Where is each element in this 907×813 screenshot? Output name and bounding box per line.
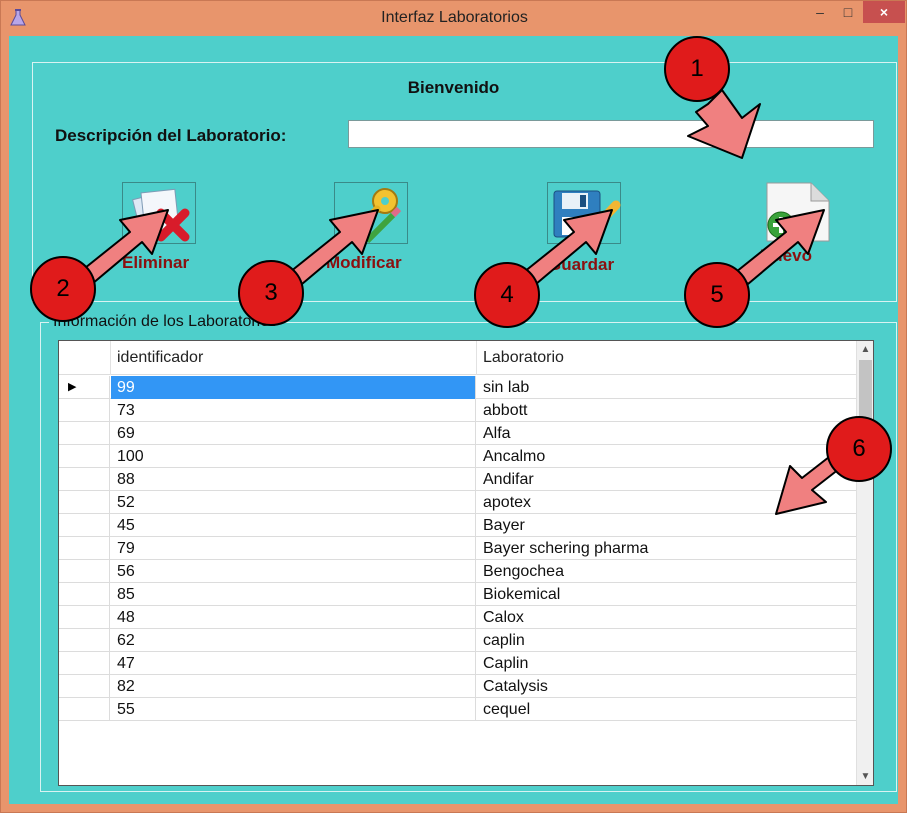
row-header[interactable]	[59, 537, 110, 560]
cell-laboratorio[interactable]: abbott	[477, 399, 856, 422]
cell-laboratorio[interactable]: caplin	[477, 629, 856, 652]
table-row[interactable]: 62 caplin	[59, 629, 856, 652]
table-row[interactable]: 100 Ancalmo	[59, 445, 856, 468]
cell-identificador[interactable]: 69	[111, 422, 476, 445]
table-row[interactable]: 82 Catalysis	[59, 675, 856, 698]
row-header[interactable]	[59, 468, 110, 491]
cell-identificador[interactable]: 79	[111, 537, 476, 560]
table-row[interactable]: 85 Biokemical	[59, 583, 856, 606]
cell-identificador[interactable]: 62	[111, 629, 476, 652]
row-header[interactable]	[59, 422, 110, 445]
maximize-button[interactable]: □	[835, 1, 861, 23]
minimize-button[interactable]: –	[807, 1, 833, 23]
cell-identificador[interactable]: 56	[111, 560, 476, 583]
cell-laboratorio[interactable]: Calox	[477, 606, 856, 629]
table-row[interactable]: 88 Andifar	[59, 468, 856, 491]
scroll-up-icon[interactable]: ▲	[857, 341, 873, 358]
row-header-corner	[59, 341, 111, 375]
row-header[interactable]	[59, 606, 110, 629]
description-input[interactable]	[348, 120, 874, 148]
cell-laboratorio[interactable]: Bayer	[477, 514, 856, 537]
cell-identificador[interactable]: 45	[111, 514, 476, 537]
cell-identificador[interactable]: 73	[111, 399, 476, 422]
column-header-identificador[interactable]: identificador	[111, 341, 477, 375]
cell-laboratorio[interactable]: Ancalmo	[477, 445, 856, 468]
row-header[interactable]	[59, 652, 110, 675]
cell-laboratorio[interactable]: Alfa	[477, 422, 856, 445]
cell-laboratorio[interactable]: Bengochea	[477, 560, 856, 583]
modify-button-label: Modificar	[326, 253, 402, 272]
vertical-scrollbar[interactable]: ▲ ▼	[856, 341, 873, 785]
table-row[interactable]: 69 Alfa	[59, 422, 856, 445]
row-header[interactable]	[59, 583, 110, 606]
floppy-save-icon	[547, 182, 621, 244]
grid-rows: ▶ 99 sin lab 73 abbott 69 Alfa 100 Ancalmo 88 Andi…	[59, 376, 856, 721]
delete-button-label: Eliminar	[122, 253, 190, 272]
labs-grid[interactable]: identificador Laboratorio ▶ 99 sin lab 73 ab…	[58, 340, 874, 786]
callout-3: 3	[238, 260, 304, 326]
table-row[interactable]: 79 Bayer schering pharma	[59, 537, 856, 560]
column-header-laboratorio[interactable]: Laboratorio	[477, 341, 856, 375]
row-header[interactable]	[59, 399, 110, 422]
table-row[interactable]: 55 cequel	[59, 698, 856, 721]
cell-laboratorio[interactable]: Bayer schering pharma	[477, 537, 856, 560]
grid-header: identificador Laboratorio	[59, 341, 856, 375]
cell-identificador[interactable]: 55	[111, 698, 476, 721]
table-row[interactable]: ▶ 99 sin lab	[59, 376, 856, 399]
table-row[interactable]: 47 Caplin	[59, 652, 856, 675]
scroll-down-icon[interactable]: ▼	[857, 768, 873, 785]
new-button-label: Nuevo	[760, 246, 812, 265]
row-header[interactable]	[59, 629, 110, 652]
cell-laboratorio[interactable]: Catalysis	[477, 675, 856, 698]
modify-button[interactable]: Modificar	[326, 182, 426, 274]
cell-laboratorio[interactable]: Biokemical	[477, 583, 856, 606]
save-button-label: Guardar	[548, 255, 615, 274]
cell-identificador[interactable]: 82	[111, 675, 476, 698]
keys-edit-icon	[334, 182, 408, 244]
save-button[interactable]: Guardar	[545, 182, 640, 274]
delete-button[interactable]: Eliminar	[122, 182, 212, 274]
cell-identificador[interactable]: 85	[111, 583, 476, 606]
table-row[interactable]: 73 abbott	[59, 399, 856, 422]
welcome-heading: Bienvenido	[407, 78, 500, 97]
callout-4: 4	[474, 262, 540, 328]
new-document-icon	[756, 180, 830, 242]
callout-2: 2	[30, 256, 96, 322]
title-bar[interactable]: Interfaz Laboratorios – □ ×	[1, 1, 907, 37]
cell-identificador[interactable]: 100	[111, 445, 476, 468]
cell-identificador[interactable]: 47	[111, 652, 476, 675]
delete-document-icon	[122, 182, 196, 244]
close-button[interactable]: ×	[863, 1, 905, 23]
cell-laboratorio[interactable]: cequel	[477, 698, 856, 721]
table-row[interactable]: 52 apotex	[59, 491, 856, 514]
description-label: Descripción del Laboratorio:	[55, 126, 287, 145]
cell-identificador[interactable]: 52	[111, 491, 476, 514]
cell-identificador[interactable]: 88	[111, 468, 476, 491]
cell-identificador[interactable]: 99	[111, 376, 476, 399]
row-header[interactable]	[59, 675, 110, 698]
cell-laboratorio[interactable]: Caplin	[477, 652, 856, 675]
window-title: Interfaz Laboratorios	[381, 9, 528, 26]
cell-laboratorio[interactable]: Andifar	[477, 468, 856, 491]
table-row[interactable]: 56 Bengochea	[59, 560, 856, 583]
row-header[interactable]	[59, 491, 110, 514]
cell-laboratorio[interactable]: sin lab	[477, 376, 856, 399]
row-header[interactable]	[59, 514, 110, 537]
current-row-icon[interactable]: ▶	[59, 376, 110, 399]
row-header[interactable]	[59, 560, 110, 583]
callout-5: 5	[684, 262, 750, 328]
table-row[interactable]: 45 Bayer	[59, 514, 856, 537]
cell-laboratorio[interactable]: apotex	[477, 491, 856, 514]
table-row[interactable]: 48 Calox	[59, 606, 856, 629]
new-button[interactable]: Nuevo	[752, 180, 842, 272]
row-header[interactable]	[59, 698, 110, 721]
cell-identificador[interactable]: 48	[111, 606, 476, 629]
row-header[interactable]	[59, 445, 110, 468]
callout-6: 6	[826, 416, 892, 482]
callout-1: 1	[664, 36, 730, 102]
